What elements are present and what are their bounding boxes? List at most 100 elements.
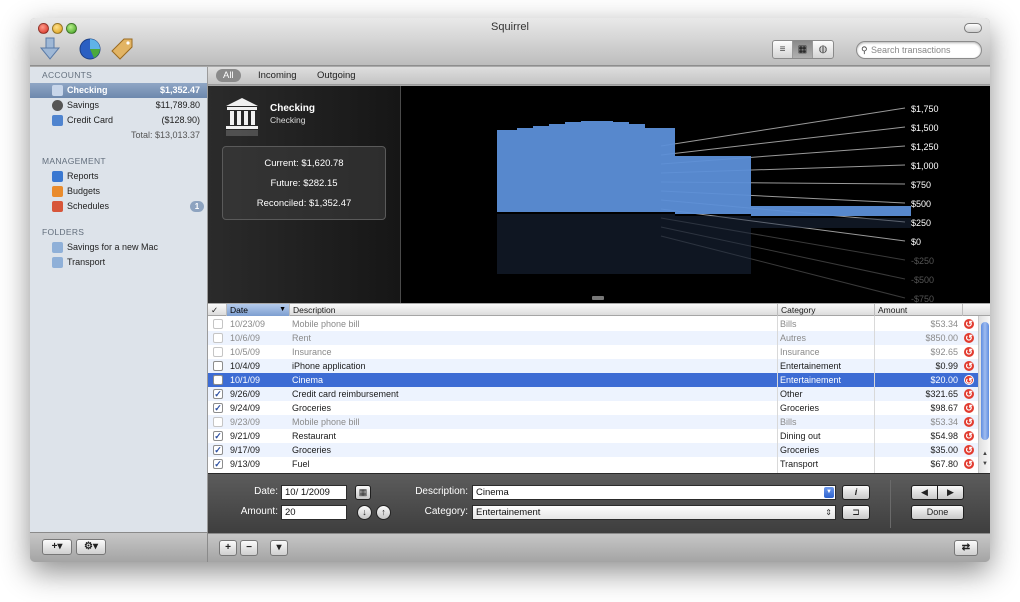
- category-value: Entertainement: [476, 507, 541, 518]
- reconciled-checkbox[interactable]: ✓: [213, 389, 223, 399]
- table-row[interactable]: 10/6/09 Rent Autres $850.00 ↺: [208, 331, 978, 345]
- sidebar-item-savings[interactable]: Savings $11,789.80: [30, 98, 207, 113]
- reconciled-checkbox[interactable]: [213, 361, 223, 371]
- date-label: Date:: [254, 486, 278, 497]
- table-row[interactable]: 10/5/09 Insurance Insurance $92.65 ↺: [208, 345, 978, 359]
- chart-resize-handle[interactable]: [592, 296, 604, 300]
- date-column-header[interactable]: Date ▼: [227, 304, 290, 316]
- row-date: 10/4/09: [230, 361, 261, 371]
- row-amount: $321.65: [925, 389, 958, 399]
- table-row[interactable]: ✓ 9/24/09 Groceries Groceries $98.67 ↺: [208, 401, 978, 415]
- scroll-up-icon[interactable]: ▲: [981, 450, 989, 458]
- row-amount: $850.00: [925, 333, 958, 343]
- reconciled-checkbox[interactable]: ✓: [213, 403, 223, 413]
- accounts-total: Total: $13,013.37: [130, 130, 200, 140]
- delete-row-icon[interactable]: ↺: [964, 459, 974, 469]
- chart-tick-label: $1,000: [911, 161, 939, 171]
- next-transaction-button[interactable]: ▶: [937, 485, 964, 500]
- reconciled-checkbox[interactable]: [213, 347, 223, 357]
- chart-bar: [629, 124, 645, 212]
- globe-view-icon[interactable]: ◍: [813, 41, 833, 58]
- row-date: 9/21/09: [230, 431, 261, 441]
- delete-row-icon[interactable]: ↺: [964, 403, 974, 413]
- row-date: 9/26/09: [230, 389, 261, 399]
- row-description: Groceries: [292, 403, 332, 413]
- chart-tick-label: $750: [911, 180, 931, 190]
- category-column-header[interactable]: Category: [778, 304, 875, 316]
- delete-row-icon[interactable]: ↺: [964, 375, 974, 386]
- sidebar-item-budgets[interactable]: Budgets: [30, 184, 207, 199]
- filter-all[interactable]: All: [216, 69, 241, 82]
- amount-field[interactable]: 20: [281, 505, 347, 520]
- table-row[interactable]: 10/1/09 Cinema Entertainement $20.00 ↺: [208, 373, 978, 387]
- accounts-header: ACCOUNTS: [42, 70, 93, 80]
- reconciled-checkbox[interactable]: ✓: [213, 445, 223, 455]
- info-button[interactable]: i: [842, 485, 870, 500]
- table-row[interactable]: ✓ 9/26/09 Credit card reimbursement Other $3…: [208, 387, 978, 401]
- description-dropdown-icon[interactable]: ▼: [824, 487, 834, 498]
- table-row[interactable]: ✓ 9/21/09 Restaurant Dining out $54.98 ↺: [208, 429, 978, 443]
- reconciled-checkbox[interactable]: [213, 375, 223, 385]
- delete-row-icon[interactable]: ↺: [964, 445, 974, 455]
- chart-bar: [581, 121, 597, 212]
- done-button[interactable]: Done: [911, 505, 964, 520]
- table-row[interactable]: 9/23/09 Mobile phone bill Bills $53.34 ↺: [208, 415, 978, 429]
- import-arrow-icon[interactable]: [38, 37, 62, 61]
- reconciled-checkbox[interactable]: [213, 333, 223, 343]
- search-field[interactable]: ⚲ Search transactions: [856, 41, 982, 59]
- delete-row-icon[interactable]: ↺: [964, 431, 974, 441]
- add-transaction-button[interactable]: +: [219, 540, 237, 556]
- description-field[interactable]: Cinema ▼: [472, 485, 836, 500]
- reconciled-checkbox[interactable]: ✓: [213, 459, 223, 469]
- add-account-button[interactable]: +▾: [42, 539, 72, 555]
- table-row[interactable]: 10/4/09 iPhone application Entertainement $…: [208, 359, 978, 373]
- row-description: Credit card reimbursement: [292, 389, 399, 399]
- sidebar-item-reports[interactable]: Reports: [30, 169, 207, 184]
- table-row[interactable]: ✓ 9/17/09 Groceries Groceries $35.00 ↺: [208, 443, 978, 457]
- sidebar-item-transport[interactable]: Transport: [30, 255, 207, 270]
- outgoing-arrow-icon[interactable]: ↓: [357, 505, 372, 520]
- calendar-icon[interactable]: ▦: [355, 485, 371, 500]
- amount-column-header[interactable]: Amount: [875, 304, 963, 316]
- reports-pie-icon[interactable]: [78, 37, 102, 61]
- row-category: Groceries: [780, 403, 820, 413]
- date-field[interactable]: 10/ 1/2009: [281, 485, 347, 500]
- gear-menu-button[interactable]: ⚙▾: [76, 539, 106, 555]
- scroll-down-icon[interactable]: ▼: [981, 460, 989, 468]
- chart-bar-reflection: [629, 214, 645, 274]
- chart-view-icon[interactable]: ▦: [793, 41, 813, 58]
- description-column-header[interactable]: Description: [290, 304, 778, 316]
- delete-row-icon[interactable]: ↺: [964, 389, 974, 399]
- delete-row-icon[interactable]: ↺: [964, 333, 974, 343]
- row-date: 9/17/09: [230, 445, 261, 455]
- reconciled-checkbox[interactable]: [213, 417, 223, 427]
- scrollbar-thumb[interactable]: [981, 322, 989, 440]
- toggle-editor-icon[interactable]: ▾: [270, 540, 288, 556]
- chart-tick-label: -$750: [911, 294, 934, 303]
- list-view-icon[interactable]: ≡: [773, 41, 793, 58]
- sidebar-item-schedules[interactable]: Schedules 1: [30, 199, 207, 214]
- delete-row-icon[interactable]: ↺: [964, 417, 974, 427]
- table-row[interactable]: 10/23/09 Mobile phone bill Bills $53.34 ↺: [208, 317, 978, 331]
- sidebar-item-credit-card[interactable]: Credit Card ($128.90): [30, 113, 207, 128]
- sidebar-item-checking[interactable]: Checking $1,352.47: [30, 83, 207, 98]
- check-column-header[interactable]: ✓: [208, 304, 227, 316]
- tag-icon[interactable]: [110, 37, 134, 61]
- filter-outgoing[interactable]: Outgoing: [310, 69, 363, 82]
- table-row[interactable]: ✓ 9/13/09 Fuel Transport $67.80 ↺: [208, 457, 978, 471]
- transaction-editor: Date: 10/ 1/2009 ▦ Amount: 20 ↓ ↑ Descri…: [208, 473, 990, 533]
- category-select[interactable]: Entertainement ⇕: [472, 505, 836, 520]
- delete-row-icon[interactable]: ↺: [964, 347, 974, 357]
- filter-incoming[interactable]: Incoming: [251, 69, 304, 82]
- delete-row-icon[interactable]: ↺: [964, 319, 974, 329]
- delete-row-icon[interactable]: ↺: [964, 361, 974, 371]
- reconciled-checkbox[interactable]: [213, 319, 223, 329]
- previous-transaction-button[interactable]: ◀: [911, 485, 938, 500]
- toolbar-toggle-button[interactable]: [964, 23, 982, 33]
- reconciled-checkbox[interactable]: ✓: [213, 431, 223, 441]
- sidebar-item-savings-for-a-new-mac[interactable]: Savings for a new Mac: [30, 240, 207, 255]
- table-scrollbar[interactable]: ▲ ▼: [978, 316, 990, 473]
- split-transaction-button[interactable]: ⇄: [954, 540, 978, 556]
- tag-category-icon[interactable]: ⊐: [842, 505, 870, 520]
- remove-transaction-button[interactable]: −: [240, 540, 258, 556]
